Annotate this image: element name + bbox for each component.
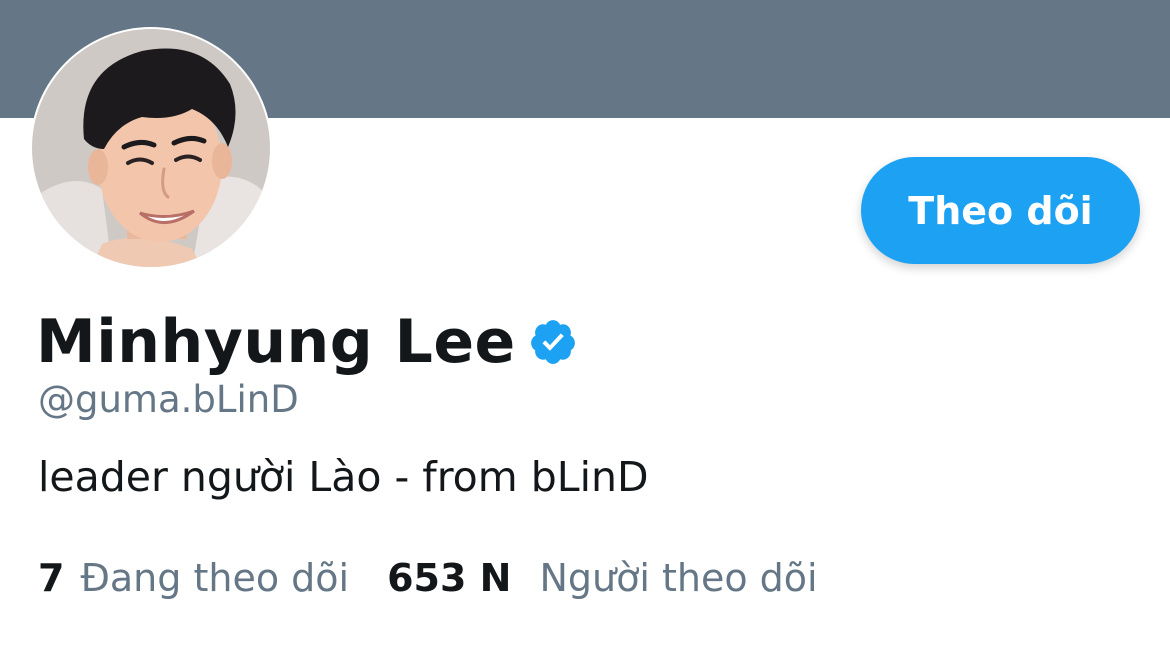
following-label: Đang theo dõi (80, 556, 350, 600)
followers-count: 653 N (387, 556, 512, 600)
follow-button[interactable]: Theo dõi (861, 157, 1140, 264)
followers-label: Người theo dõi (539, 556, 818, 600)
profile-handle: @guma.bLinD (38, 378, 299, 421)
followers-stat[interactable]: 653 N Người theo dõi (387, 556, 818, 600)
profile-stats: 7 Đang theo dõi 653 N Người theo dõi (38, 556, 818, 600)
following-stat[interactable]: 7 Đang theo dõi (38, 556, 349, 600)
verified-badge-icon (528, 317, 578, 367)
profile-bio: leader người Lào - from bLinD (38, 453, 649, 501)
profile-page: Theo dõi Minhyung Lee @guma.bLinD leader… (0, 0, 1170, 671)
display-name: Minhyung Lee (36, 307, 516, 377)
avatar-photo (32, 29, 270, 267)
following-count: 7 (38, 556, 65, 600)
avatar[interactable] (30, 27, 272, 269)
name-row: Minhyung Lee (36, 302, 578, 382)
